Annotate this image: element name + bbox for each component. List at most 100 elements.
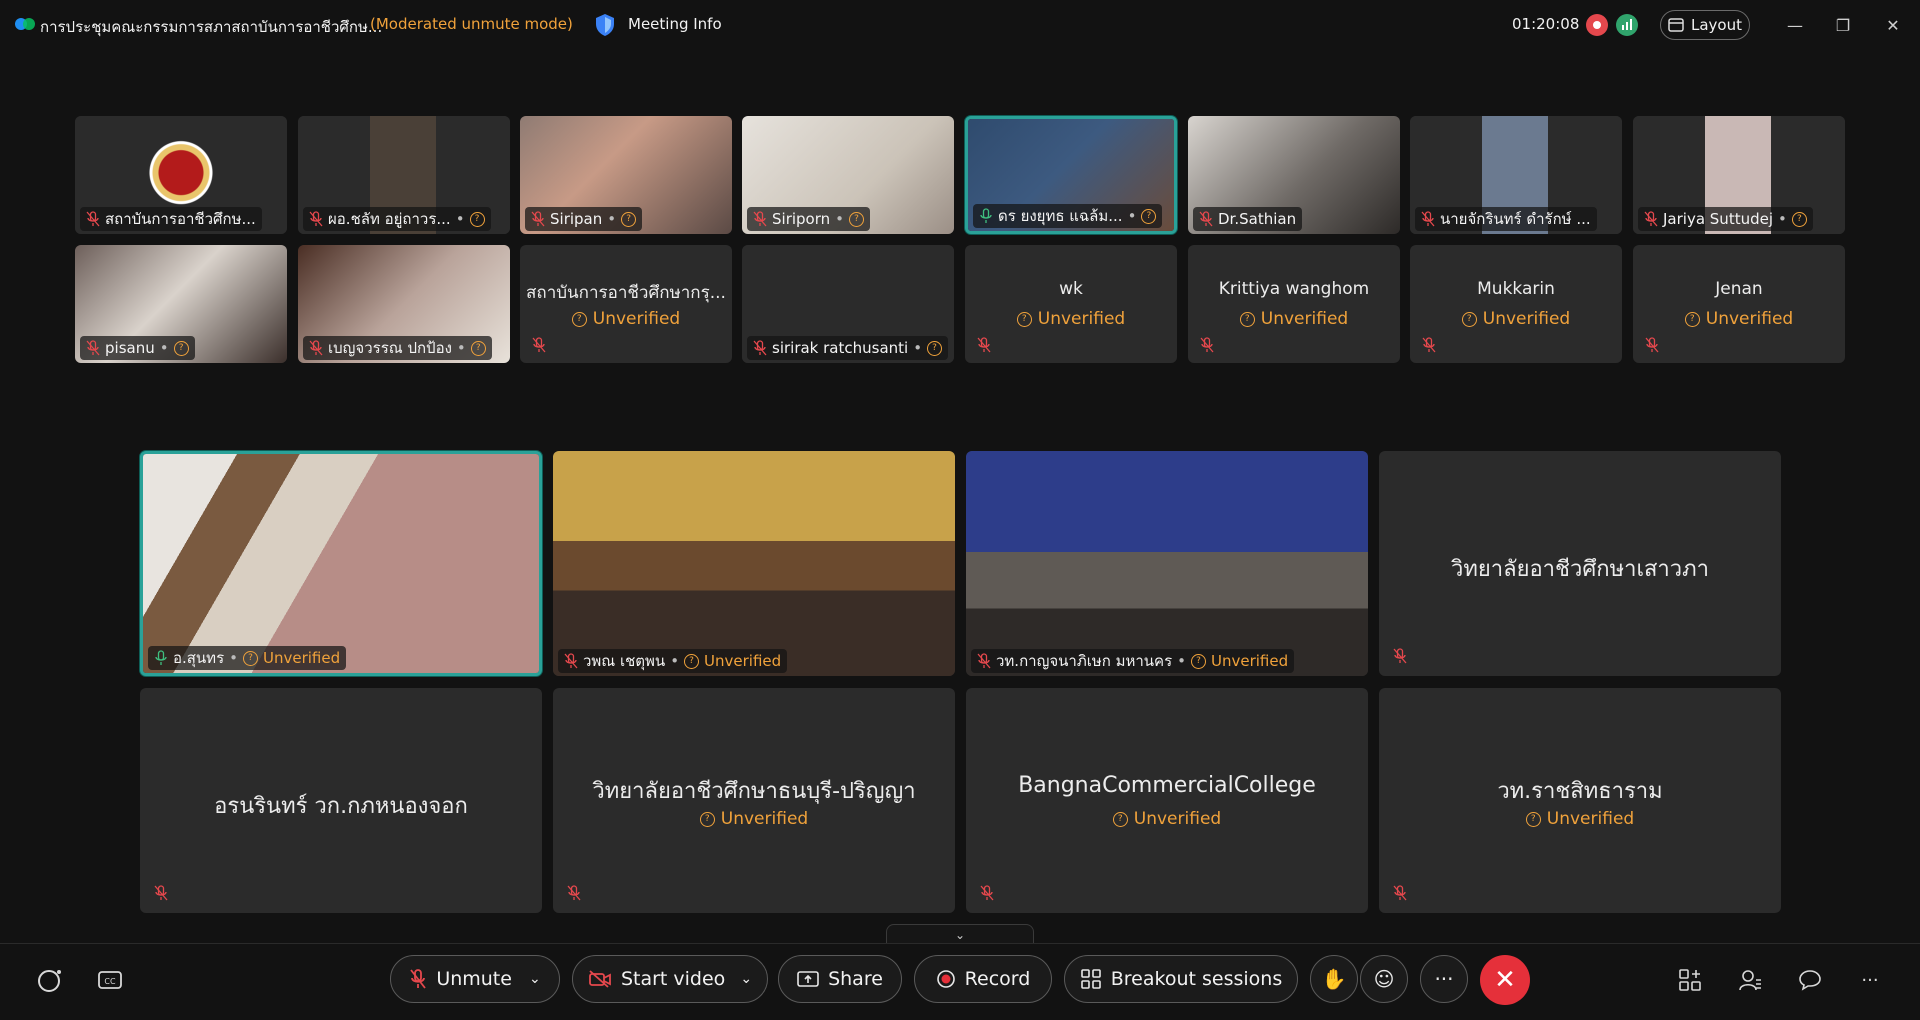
participant-tile[interactable]: เบญจวรรณ ปกป้อง •?: [298, 245, 510, 363]
more-panels-icon[interactable]: ···: [1856, 966, 1884, 994]
question-icon: ?: [470, 340, 486, 356]
breakout-grid-icon: [1080, 969, 1101, 989]
participant-name: sirirak ratchusanti: [772, 339, 909, 357]
participant-name-bar: sirirak ratchusanti •?: [747, 336, 949, 360]
participant-tile[interactable]: ดร ยงยุทธ แฉล้ม... •?: [965, 116, 1177, 234]
more-options-icon[interactable]: ···: [1420, 955, 1468, 1003]
participant-name: Jariya Suttudej: [1663, 210, 1774, 228]
closed-captions-icon[interactable]: CC: [96, 966, 124, 994]
raise-hand-icon[interactable]: ✋: [1310, 955, 1358, 1003]
restore-icon[interactable]: ❐: [1830, 12, 1856, 38]
unverified-label: Unverified: [704, 652, 782, 670]
participant-name: Siripan: [550, 210, 603, 228]
muted-mic-icon: [531, 211, 545, 227]
layout-icon: [1668, 18, 1684, 32]
muted-mic-icon: [410, 969, 427, 989]
participant-tile[interactable]: wk ? Unverified: [965, 245, 1177, 363]
record-button[interactable]: Record: [914, 955, 1052, 1003]
participant-name: Krittiya wanghom: [1218, 279, 1370, 299]
muted-mic-icon: [309, 340, 323, 356]
unverified-label: Unverified: [263, 649, 341, 667]
participant-tile[interactable]: Krittiya wanghom ? Unverified: [1188, 245, 1400, 363]
participant-tile[interactable]: BangnaCommercialCollege ? Unverified: [966, 688, 1368, 913]
participant-tile[interactable]: Siripan •?: [520, 116, 732, 234]
start-video-button[interactable]: Start video ⌄: [572, 955, 768, 1003]
unmute-button[interactable]: Unmute ⌄: [390, 955, 560, 1003]
minimize-icon[interactable]: —: [1782, 12, 1808, 38]
question-icon: ?: [1791, 211, 1807, 227]
leave-meeting-button[interactable]: ✕: [1480, 955, 1530, 1005]
participant-tile[interactable]: นายจักรินทร์ ดำรักษ์ ...: [1410, 116, 1622, 234]
participant-name: BangnaCommercialCollege: [1018, 773, 1316, 798]
muted-mic-icon: [154, 885, 168, 901]
shield-icon[interactable]: [594, 13, 616, 37]
question-icon: ?: [1016, 311, 1032, 327]
participant-tile[interactable]: Jenan ? Unverified: [1633, 245, 1845, 363]
muted-mic-icon: [1200, 337, 1214, 353]
unverified-badge: ? Unverified: [965, 309, 1177, 329]
participant-name-bar: ดร ยงยุทธ แฉล้ม... •?: [973, 204, 1163, 228]
participants-icon[interactable]: [1736, 966, 1764, 994]
participant-name-bar: นายจักรินทร์ ดำรักษ์ ...: [1415, 207, 1597, 231]
participant-name-bar: เบญจวรรณ ปกป้อง •?: [303, 336, 492, 360]
participant-tile[interactable]: Siriporn •?: [742, 116, 954, 234]
question-icon: ?: [173, 340, 189, 356]
collapse-gallery-button[interactable]: ⌄: [886, 924, 1034, 944]
share-icon: [797, 971, 819, 987]
unverified-badge: ? Unverified: [966, 809, 1368, 829]
participant-name: Siriporn: [772, 210, 831, 228]
participant-tile[interactable]: วท.กาญจนาภิเษก มหานคร •? Unverified: [966, 451, 1368, 676]
reactions-icon[interactable]: ☺: [1360, 955, 1408, 1003]
close-icon[interactable]: ✕: [1880, 12, 1906, 38]
participant-tile[interactable]: Jariya Suttudej •?: [1633, 116, 1845, 234]
muted-mic-icon: [1393, 648, 1407, 664]
participant-tile[interactable]: วพณ เชตุพน •? Unverified: [553, 451, 955, 676]
muted-mic-icon: [86, 211, 100, 227]
participant-name: wk: [1059, 279, 1083, 299]
video-chevron-down-icon[interactable]: ⌄: [740, 971, 752, 987]
question-icon: ?: [927, 340, 943, 356]
breakout-sessions-label: Breakout sessions: [1110, 968, 1283, 990]
meeting-timer: 01:20:08: [1512, 15, 1580, 33]
unmute-chevron-down-icon[interactable]: ⌄: [529, 971, 541, 987]
participant-tile[interactable]: วิทยาลัยอาชีวศึกษาเสาวภา: [1379, 451, 1781, 676]
share-button[interactable]: Share: [778, 955, 902, 1003]
participant-tile[interactable]: วท.ราชสิทธาราม ? Unverified: [1379, 688, 1781, 913]
participant-tile[interactable]: Mukkarin ? Unverified: [1410, 245, 1622, 363]
participant-tile[interactable]: Dr.Sathian: [1188, 116, 1400, 234]
participant-name: pisanu: [105, 339, 155, 357]
recording-indicator-icon: [1586, 14, 1608, 36]
question-icon: ?: [699, 811, 715, 827]
participant-tile[interactable]: pisanu •?: [75, 245, 287, 363]
participant-name-bar: Jariya Suttudej •?: [1638, 207, 1813, 231]
question-icon: ?: [621, 211, 637, 227]
muted-mic-icon: [567, 885, 581, 901]
participant-tile[interactable]: วิทยาลัยอาชีวศึกษาธนบุรี-ปริญญา ? Unverif…: [553, 688, 955, 913]
participant-tile[interactable]: ผอ.ชลัท อยู่ถาวร... •?: [298, 116, 510, 234]
question-icon: ?: [1239, 311, 1255, 327]
muted-mic-icon: [1199, 211, 1213, 227]
participant-tile[interactable]: sirirak ratchusanti •?: [742, 245, 954, 363]
participant-tile[interactable]: อรนรินทร์ วก.กภหนองจอก: [140, 688, 542, 913]
divider: [0, 943, 1920, 944]
question-icon: ?: [1141, 208, 1157, 224]
apps-icon[interactable]: [1676, 966, 1704, 994]
participant-tile[interactable]: สถาบันการอาชีวศึกษากรุ... ? Unverified: [520, 245, 732, 363]
muted-mic-icon: [86, 340, 100, 356]
question-icon: ?: [849, 211, 864, 227]
participant-tile[interactable]: สถาบันการอาชีวศึกษ...: [75, 116, 287, 234]
layout-label: Layout: [1691, 16, 1742, 34]
layout-button[interactable]: Layout: [1660, 10, 1750, 40]
participant-name-bar: วพณ เชตุพน •? Unverified: [558, 649, 788, 673]
question-icon: ?: [1525, 811, 1541, 827]
breakout-sessions-button[interactable]: Breakout sessions: [1064, 955, 1298, 1003]
meeting-info-link[interactable]: Meeting Info: [628, 15, 722, 33]
ai-assistant-icon[interactable]: [36, 966, 64, 994]
muted-mic-icon: [564, 653, 578, 669]
network-signal-icon[interactable]: [1616, 14, 1638, 36]
participant-tile[interactable]: อ.สุนทร •? Unverified: [140, 451, 542, 676]
chat-icon[interactable]: [1796, 966, 1824, 994]
participant-name: วิทยาลัยอาชีวศึกษาเสาวภา: [1451, 557, 1709, 582]
unverified-badge: ? Unverified: [1379, 809, 1781, 829]
muted-mic-icon: [1644, 211, 1658, 227]
